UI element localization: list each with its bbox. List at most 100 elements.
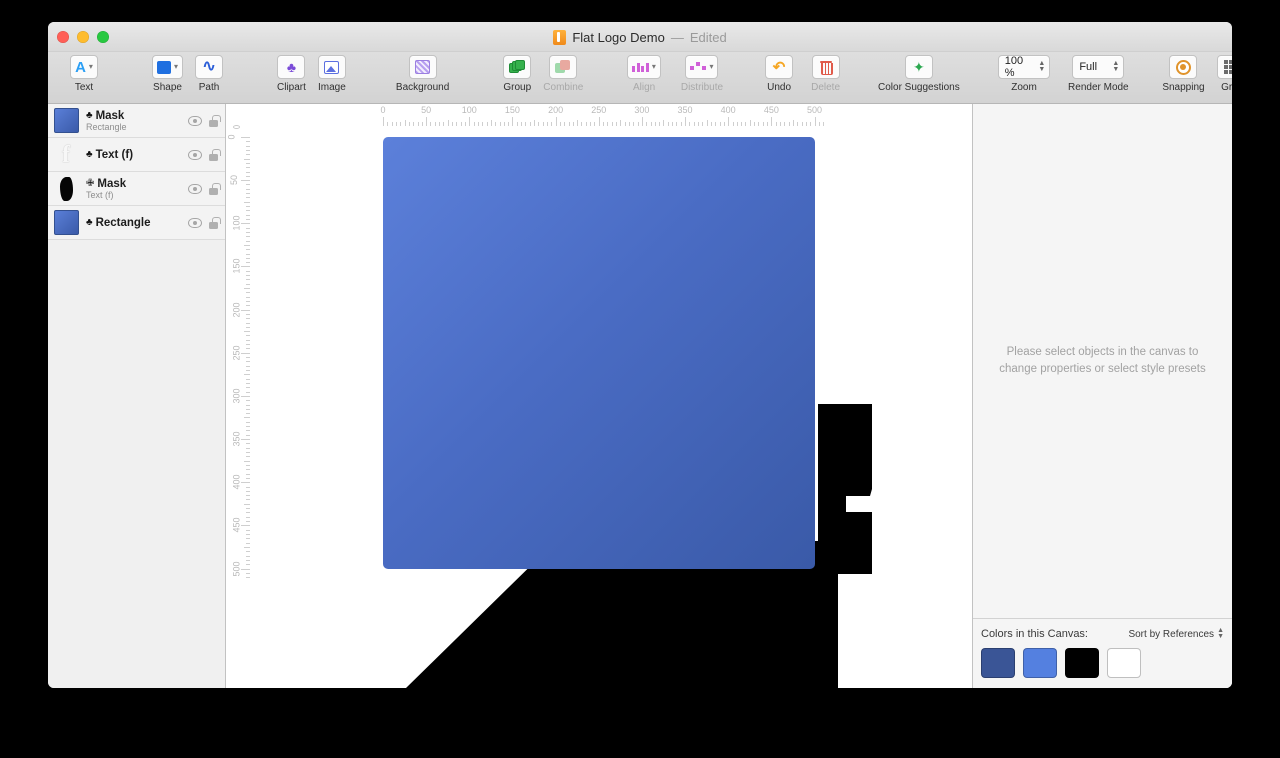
canvas-colors-header: Colors in this Canvas: Sort by Reference… — [981, 627, 1224, 640]
combine-button[interactable] — [549, 55, 578, 79]
image-button[interactable] — [317, 55, 346, 79]
chevron-updown-icon[interactable]: ▲ ▼ — [1217, 627, 1224, 640]
app-window: Flat Logo Demo — Edited A ▾ Text ▾ Shape — [48, 22, 1232, 688]
eye-icon[interactable] — [188, 115, 202, 126]
unlock-icon[interactable] — [208, 148, 221, 161]
layer-row[interactable]: f ♣ Text (f) — [48, 138, 225, 172]
unlock-icon[interactable] — [208, 216, 221, 229]
toolbar-group-label: Group — [503, 82, 532, 93]
background-button[interactable] — [408, 55, 437, 79]
ruler-tick — [246, 408, 250, 410]
stepper-arrows-icon[interactable]: ▲ ▼ — [1112, 60, 1119, 73]
ruler-tick — [246, 572, 250, 574]
toolbar-distribute[interactable]: ▾ Distribute — [675, 52, 729, 93]
horizontal-ruler[interactable]: 0 50 100 150 200 250 300 350 400 450 500 — [226, 104, 972, 134]
eye-icon[interactable] — [188, 217, 202, 228]
blue-rectangle[interactable] — [383, 137, 815, 569]
toolbar-group-edit: ↶ Undo Delete — [759, 52, 846, 93]
toolbar-align[interactable]: ▾ Align — [621, 52, 667, 93]
ruler-tick — [246, 296, 250, 298]
align-button[interactable]: ▾ — [627, 55, 661, 79]
eye-icon[interactable] — [188, 149, 202, 160]
shape-button[interactable]: ▾ — [152, 55, 184, 79]
unlock-icon[interactable] — [208, 182, 221, 195]
render-mode-stepper[interactable]: Full ▲ ▼ — [1072, 55, 1125, 79]
canvas-area[interactable]: 0 50 100 150 200 250 300 350 400 450 500 0 50 100 150… — [226, 104, 972, 688]
layers-sidebar: ♣ Mask Rectangle f ♣ Text (f) ✙ Mask Tex… — [48, 104, 226, 688]
inspector-panel: Please select objects in the canvas to c… — [972, 104, 1232, 688]
color-suggestions-button[interactable]: ✦ — [904, 55, 933, 79]
chevron-down-icon[interactable]: ▾ — [709, 63, 713, 71]
color-swatch[interactable] — [1107, 648, 1141, 678]
delete-button[interactable] — [811, 55, 840, 79]
toolbar-group[interactable]: Group — [497, 52, 537, 93]
layer-row[interactable]: ♣ Mask Rectangle — [48, 104, 225, 138]
trash-icon — [819, 60, 833, 75]
toolbar-text[interactable]: A ▾ Text — [64, 52, 104, 93]
group-icon — [509, 60, 526, 74]
color-swatch[interactable] — [1065, 648, 1099, 678]
ruler-tick — [452, 122, 454, 126]
toolbar-snapping[interactable]: Snapping — [1156, 52, 1210, 93]
unlock-icon[interactable] — [208, 114, 221, 127]
sort-by-references-dropdown[interactable]: Sort by References ▲ ▼ — [1128, 627, 1224, 640]
ruler-tick — [246, 300, 250, 302]
ruler-tick — [246, 249, 250, 251]
layer-row[interactable]: ♣ Rectangle — [48, 206, 225, 240]
ruler-tick — [654, 122, 656, 126]
toolbar-combine[interactable]: Combine — [537, 52, 589, 93]
clipart-button[interactable]: ♣ — [277, 55, 306, 79]
vertical-ruler[interactable]: 0 50 100 150 200 250 300 350 400 450 500 — [226, 104, 258, 688]
ruler-tick — [246, 262, 250, 264]
toolbar-clipart[interactable]: ♣ Clipart — [271, 52, 312, 93]
ruler-tick — [628, 122, 630, 126]
chevron-down-icon[interactable]: ▾ — [89, 63, 93, 71]
ruler-tick-label: 250 — [591, 105, 607, 115]
text-button[interactable]: A ▾ — [70, 55, 98, 79]
toolbar-zoom[interactable]: 100 % ▲ ▼ Zoom — [992, 52, 1057, 93]
ruler-tick — [246, 430, 250, 432]
toolbar-shape[interactable]: ▾ Shape — [146, 52, 189, 93]
ruler-tick — [246, 193, 250, 195]
ruler-tick — [246, 188, 250, 190]
toolbar-path[interactable]: ∿ Path — [189, 52, 229, 93]
ruler-tick — [568, 122, 570, 126]
chevron-down-icon[interactable]: ▾ — [174, 63, 178, 71]
toolbar-group-color: ✦ Color Suggestions — [872, 52, 966, 93]
ruler-tick — [246, 292, 250, 294]
snapping-button[interactable] — [1169, 55, 1198, 79]
toolbar-undo[interactable]: ↶ Undo — [759, 52, 799, 93]
toolbar-image[interactable]: Image — [312, 52, 352, 93]
ruler-tick — [689, 122, 691, 126]
toolbar-background[interactable]: Background — [390, 52, 455, 93]
eye-icon[interactable] — [188, 183, 202, 194]
ruler-origin-marker[interactable] — [233, 125, 240, 129]
toolbar-color-suggestions[interactable]: ✦ Color Suggestions — [872, 52, 966, 93]
ruler-tick — [246, 257, 250, 259]
ruler-tick — [246, 533, 250, 535]
chevron-down-icon[interactable]: ▾ — [652, 63, 656, 71]
ruler-tick — [779, 122, 781, 126]
ruler-tick — [594, 122, 596, 126]
ruler-tick — [697, 122, 699, 126]
toolbar-delete[interactable]: Delete — [805, 52, 846, 93]
toolbar-grid[interactable]: Grid — [1211, 52, 1232, 93]
zoom-stepper[interactable]: 100 % ▲ ▼ — [997, 55, 1051, 79]
layer-row[interactable]: ✙ Mask Text (f) — [48, 172, 225, 206]
undo-button[interactable]: ↶ — [765, 55, 794, 79]
path-button[interactable]: ∿ — [195, 55, 224, 79]
toolbar-undo-label: Undo — [767, 82, 792, 93]
stepper-arrows-icon[interactable]: ▲ ▼ — [1038, 60, 1045, 73]
grid-button[interactable] — [1216, 55, 1232, 79]
toolbar-render-mode[interactable]: Full ▲ ▼ Render Mode — [1062, 52, 1134, 93]
ruler-tick — [246, 197, 250, 199]
color-swatch[interactable] — [981, 648, 1015, 678]
letter-f-thumb: f — [62, 141, 70, 168]
toolbar-clipart-label: Clipart — [277, 82, 306, 93]
group-button[interactable] — [503, 55, 532, 79]
ruler-tick — [246, 236, 250, 238]
ruler-tick — [801, 122, 803, 126]
color-swatch[interactable] — [1023, 648, 1057, 678]
ruler-tick — [246, 318, 250, 320]
distribute-button[interactable]: ▾ — [685, 55, 719, 79]
